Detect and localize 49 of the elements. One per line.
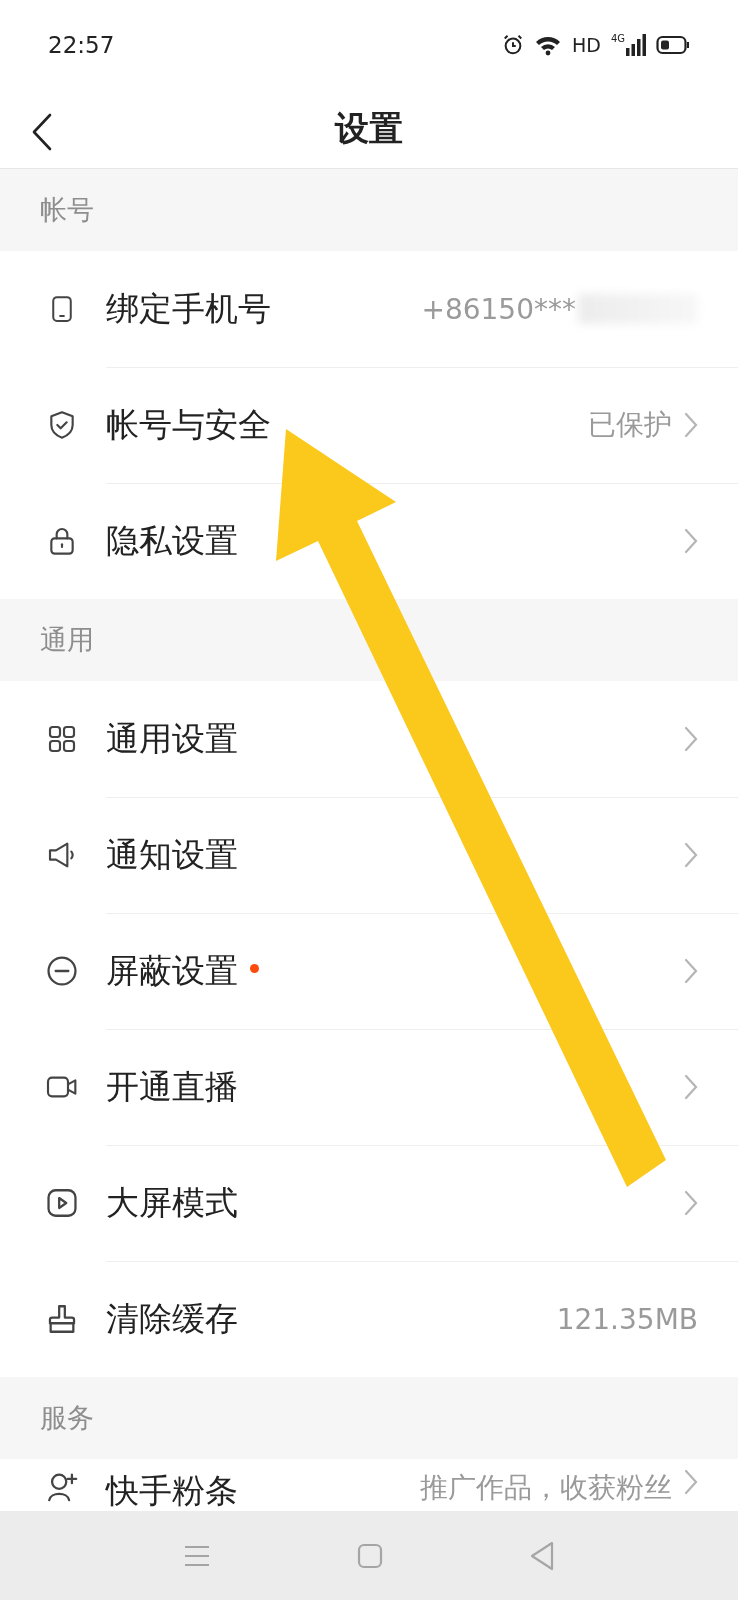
chevron-icon <box>684 528 698 554</box>
menu-button[interactable] <box>183 1543 211 1568</box>
section-header: 服务 <box>40 1401 94 1435</box>
status-time: 22:57 <box>48 32 115 58</box>
chevron-icon <box>684 412 698 438</box>
settings-row[interactable]: 清除缓存 121.35MB <box>0 1261 738 1377</box>
grid-icon <box>46 723 78 755</box>
home-button[interactable] <box>357 1542 383 1569</box>
settings-row[interactable]: 通用设置 <box>0 681 738 797</box>
row-label: 隐私设置 <box>106 519 238 562</box>
row-label: 清除缓存 <box>106 1297 238 1340</box>
settings-row[interactable]: 屏蔽设置 <box>0 913 738 1029</box>
back-nav-button[interactable] <box>529 1540 555 1571</box>
settings-row[interactable]: 快手粉条 推广作品，收获粉丝 <box>0 1459 738 1511</box>
settings-row[interactable]: 通知设置 <box>0 797 738 913</box>
battery-icon <box>656 35 690 55</box>
row-label: 快手粉条 <box>106 1470 238 1512</box>
settings-row[interactable]: 隐私设置 <box>0 483 738 599</box>
chevron-icon <box>684 958 698 984</box>
row-label: 通用设置 <box>106 717 238 760</box>
network-type-label: 4G <box>610 34 625 44</box>
chevron-icon <box>684 726 698 752</box>
row-value: +86150*** <box>421 292 576 326</box>
settings-row[interactable]: 帐号与安全 已保护 <box>0 367 738 483</box>
section-header: 通用 <box>40 623 94 657</box>
minus-circle-icon <box>45 954 79 988</box>
settings-row[interactable]: 大屏模式 <box>0 1145 738 1261</box>
network-label: HD <box>571 34 601 56</box>
row-label: 通知设置 <box>106 833 238 876</box>
row-label: 屏蔽设置 <box>106 949 238 992</box>
page-title: 设置 <box>335 107 403 150</box>
signal-icon <box>626 34 646 56</box>
row-value: 推广作品，收获粉丝 <box>420 1470 672 1506</box>
chevron-icon <box>684 842 698 868</box>
row-label: 大屏模式 <box>106 1181 238 1224</box>
settings-row[interactable]: 开通直播 <box>0 1029 738 1145</box>
chevron-icon <box>684 1074 698 1100</box>
section-header: 帐号 <box>40 193 94 227</box>
chevron-icon <box>684 1469 698 1495</box>
row-label: 帐号与安全 <box>106 403 271 446</box>
alarm-icon <box>501 34 524 56</box>
row-value: 已保护 <box>588 407 672 443</box>
chevron-icon <box>684 1190 698 1216</box>
settings-row[interactable]: 绑定手机号 +86150*** <box>0 251 738 367</box>
play-icon <box>45 1186 79 1220</box>
row-value: 121.35MB <box>556 1302 698 1336</box>
notification-dot <box>250 963 259 973</box>
row-label: 开通直播 <box>106 1065 238 1108</box>
row-label: 绑定手机号 <box>106 287 271 330</box>
